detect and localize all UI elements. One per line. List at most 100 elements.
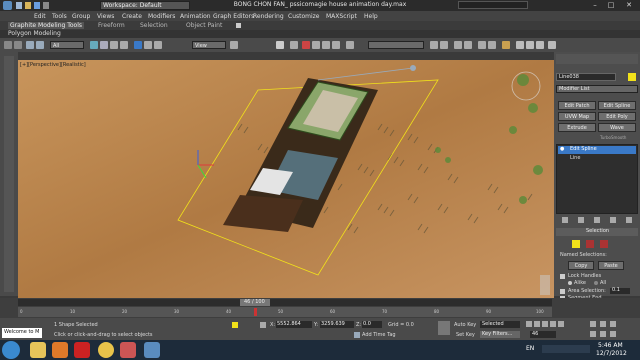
perspective-viewport[interactable] [18,60,554,298]
all-radio[interactable] [594,281,598,285]
menu-modifiers[interactable]: Modifiers [148,13,175,20]
add-time-tag[interactable]: Add Time Tag [362,332,396,338]
rotate-icon[interactable] [144,41,152,49]
stack-eye-icon[interactable]: ● [560,146,564,152]
move-icon[interactable] [134,41,142,49]
app-icon[interactable] [120,342,136,358]
pdf-reader-icon[interactable] [74,342,90,358]
reference-coordinate-dropdown[interactable]: View [192,41,226,49]
menu-maxscript[interactable]: MAXScript [326,13,357,20]
paste-button[interactable]: Paste [598,261,624,270]
object-color-swatch[interactable] [628,73,636,81]
maxscript-listener[interactable]: Welcome to M [2,328,42,338]
tab-freeform[interactable]: Freeform [98,22,125,29]
undo-icon[interactable] [43,2,49,9]
track-bar[interactable]: 0 10 20 30 40 50 60 70 80 90 100 [18,307,552,317]
named-selection-dropdown[interactable] [368,41,424,49]
undo-icon[interactable] [4,41,12,49]
show-end-result-icon[interactable] [578,217,584,223]
edit-patch-button[interactable]: Edit Patch [558,101,596,110]
close-button[interactable]: ✕ [622,1,636,10]
angle-snap-icon[interactable] [312,41,320,49]
menu-edit[interactable]: Edit [34,13,46,20]
menu-help[interactable]: Help [364,13,378,20]
ribbon-subtab-polygon-modeling[interactable]: Polygon Modeling [8,30,61,37]
segment-mode-icon[interactable] [586,240,594,248]
z-coordinate-field[interactable]: 0.0 [362,321,382,328]
vertex-mode-icon[interactable] [572,240,580,248]
render-setup-icon[interactable] [516,41,524,49]
area-selection-checkbox[interactable] [560,289,565,294]
menu-group[interactable]: Group [72,13,90,20]
snap-toggle-icon[interactable] [302,41,310,49]
alike-radio[interactable] [568,281,572,285]
wave-button[interactable]: Wave [598,123,636,132]
tab-object-paint[interactable]: Object Paint [186,22,222,29]
window-crossing-icon[interactable] [120,41,128,49]
y-coordinate-field[interactable]: 3259.639 [320,321,354,328]
auto-key-button[interactable]: Auto Key [454,322,476,328]
time-slider-thumb[interactable]: 46 / 100 [240,299,270,306]
menu-customize[interactable]: Customize [288,13,320,20]
redo-icon[interactable] [14,41,22,49]
layer-manager-icon[interactable] [454,41,462,49]
area-selection-spinner[interactable]: 0.1 [610,287,630,294]
goto-end-icon[interactable] [558,321,564,327]
pivot-icon[interactable] [230,41,238,49]
pin-stack-icon[interactable] [562,217,568,223]
set-key-icon[interactable] [438,321,450,335]
workspace-dropdown[interactable]: Workspace: Default [100,1,190,10]
modifier-stack[interactable]: ● Edit Spline Line [556,144,638,214]
current-frame-field[interactable]: 46 [530,331,556,338]
copy-button[interactable]: Copy [568,261,594,270]
ribbon-toggle-icon[interactable] [236,23,241,28]
spinner-snap-icon[interactable] [332,41,340,49]
modifier-list-dropdown[interactable]: Modifier List [556,85,638,93]
viewport-nav-icon[interactable] [540,275,550,295]
rect-selection-icon[interactable] [110,41,118,49]
stack-item-line[interactable]: Line [558,155,636,163]
zoom-extents-icon[interactable] [610,321,616,327]
menu-tools[interactable]: Tools [52,13,67,20]
menu-rendering[interactable]: Rendering [253,13,284,20]
menu-animation[interactable]: Animation [180,13,211,20]
mirror-icon[interactable] [430,41,438,49]
edit-spline-button[interactable]: Edit Spline [598,101,636,110]
select-by-name-icon[interactable] [100,41,108,49]
unlink-icon[interactable] [36,41,44,49]
orbit-icon[interactable] [600,331,606,337]
render-frame-icon[interactable] [526,41,534,49]
zoom-all-icon[interactable] [600,321,606,327]
scale-icon[interactable] [154,41,162,49]
stack-item-edit-spline[interactable]: ● Edit Spline [558,146,636,154]
tab-selection[interactable]: Selection [140,22,168,29]
app-logo-icon[interactable] [3,1,12,10]
edit-poly-button[interactable]: Edit Poly [598,112,636,121]
lock-selection-icon[interactable] [232,322,238,328]
menu-graph-editors[interactable]: Graph Editors [213,13,254,20]
select-object-icon[interactable] [90,41,98,49]
new-file-icon[interactable] [16,2,22,9]
prev-frame-icon[interactable] [534,321,540,327]
schematic-view-icon[interactable] [488,41,496,49]
file-explorer-icon[interactable] [30,342,46,358]
curve-editor-icon[interactable] [478,41,486,49]
pan-icon[interactable] [590,331,596,337]
x-coordinate-field[interactable]: 5552.864 [276,321,312,328]
time-tag-icon[interactable] [354,332,360,338]
media-player-icon[interactable] [52,342,68,358]
render-teapot-icon[interactable] [548,41,556,49]
percent-snap-icon[interactable] [322,41,330,49]
goto-start-icon[interactable] [526,321,532,327]
play-icon[interactable] [542,321,548,327]
menu-create[interactable]: Create [122,13,142,20]
uvw-map-button[interactable]: UVW Map [558,112,596,121]
spline-mode-icon[interactable] [600,240,608,248]
selection-filter-dropdown[interactable]: All [50,41,84,49]
3dsmax-icon[interactable] [144,342,160,358]
clock-date[interactable]: 12/7/2012 [596,350,627,357]
zoom-icon[interactable] [590,321,596,327]
key-filters-button[interactable]: Key Filters... [480,331,520,338]
set-key-label[interactable]: Set Key [456,332,475,338]
chrome-icon[interactable] [98,342,114,358]
